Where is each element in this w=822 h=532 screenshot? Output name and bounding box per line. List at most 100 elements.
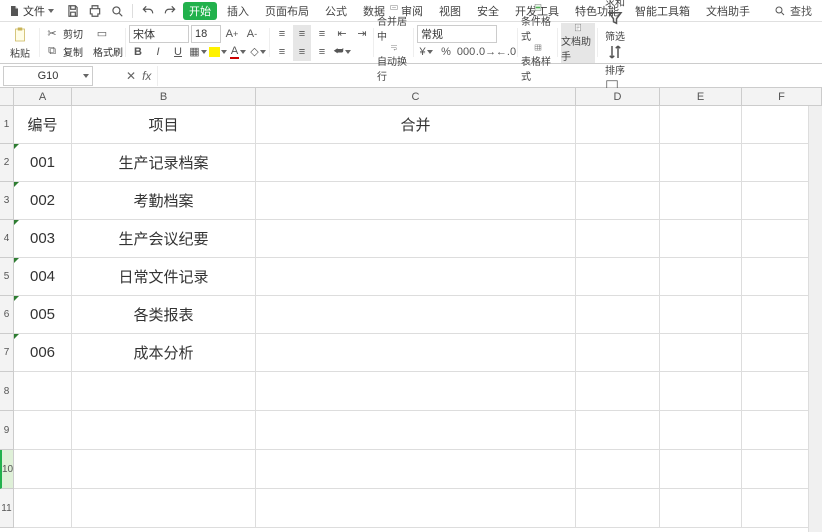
name-box[interactable]: G10 — [3, 66, 93, 86]
row-header[interactable]: 6 — [0, 296, 14, 334]
tab-docassistant[interactable]: 文档助手 — [700, 2, 756, 20]
merge-center-button[interactable]: 合并居中 — [377, 3, 411, 43]
cell[interactable]: 考勤档案 — [72, 182, 256, 220]
row-header[interactable]: 9 — [0, 411, 14, 450]
cell[interactable] — [576, 372, 660, 411]
cell[interactable] — [660, 220, 742, 258]
cell[interactable]: 006 — [14, 334, 72, 372]
cell[interactable]: 日常文件记录 — [72, 258, 256, 296]
cell[interactable] — [256, 411, 576, 450]
cell[interactable] — [14, 450, 72, 489]
cell[interactable] — [576, 489, 660, 528]
select-all-corner[interactable] — [0, 88, 14, 106]
cell[interactable]: 生产会议纪要 — [72, 220, 256, 258]
cell[interactable]: 004 — [14, 258, 72, 296]
cell[interactable] — [576, 450, 660, 489]
cell[interactable] — [256, 450, 576, 489]
align-center-icon[interactable]: ≡ — [293, 43, 311, 61]
file-menu[interactable]: 文件 — [2, 3, 60, 19]
number-format-select[interactable]: 常规 — [417, 25, 497, 43]
cell[interactable] — [14, 489, 72, 528]
doc-assistant-button[interactable]: 文档助手 — [561, 23, 595, 63]
fx-icon[interactable]: fx — [142, 69, 151, 83]
more-font-button[interactable]: ◇ — [249, 43, 267, 61]
cell[interactable] — [660, 182, 742, 220]
tab-formula[interactable]: 公式 — [319, 2, 353, 20]
cell[interactable] — [576, 220, 660, 258]
cell[interactable] — [72, 411, 256, 450]
italic-button[interactable]: I — [149, 43, 167, 61]
cell[interactable] — [660, 489, 742, 528]
cell[interactable] — [256, 296, 576, 334]
cell[interactable] — [256, 182, 576, 220]
column-header[interactable]: E — [660, 88, 742, 106]
vertical-scrollbar[interactable] — [808, 106, 822, 532]
font-name-select[interactable]: 宋体 — [129, 25, 189, 43]
align-bottom-icon[interactable]: ≡ — [313, 25, 331, 43]
tab-pagelayout[interactable]: 页面布局 — [259, 2, 315, 20]
cell[interactable] — [576, 144, 660, 182]
border-button[interactable]: ▦ — [189, 43, 207, 61]
cell[interactable]: 编号 — [14, 106, 72, 144]
cell[interactable]: 成本分析 — [72, 334, 256, 372]
save-icon[interactable] — [64, 2, 82, 20]
conditional-format-button[interactable]: 条件格式 — [521, 3, 555, 43]
cell[interactable] — [660, 372, 742, 411]
cell[interactable]: 生产记录档案 — [72, 144, 256, 182]
wrap-text-button[interactable]: 自动换行 — [377, 43, 411, 83]
cell[interactable] — [576, 296, 660, 334]
increase-font-icon[interactable]: A+ — [223, 25, 241, 43]
indent-increase-icon[interactable]: ⇥ — [353, 25, 371, 43]
cell[interactable] — [576, 258, 660, 296]
cell[interactable]: 各类报表 — [72, 296, 256, 334]
print-icon[interactable] — [86, 2, 104, 20]
search-group[interactable]: 查找 — [774, 3, 820, 19]
tab-start[interactable]: 开始 — [183, 2, 217, 20]
align-top-icon[interactable]: ≡ — [273, 25, 291, 43]
cell[interactable]: 002 — [14, 182, 72, 220]
row-header[interactable]: 7 — [0, 334, 14, 372]
cancel-formula-icon[interactable]: ✕ — [126, 69, 136, 83]
row-header[interactable]: 4 — [0, 220, 14, 258]
cell[interactable] — [576, 106, 660, 144]
cell[interactable] — [14, 372, 72, 411]
cell[interactable] — [256, 220, 576, 258]
sort-button[interactable]: 排序 — [601, 43, 629, 77]
formula-input[interactable] — [157, 66, 822, 86]
column-header[interactable]: B — [72, 88, 256, 106]
format-painter-icon[interactable]: ▭ — [93, 25, 111, 43]
cell[interactable] — [256, 144, 576, 182]
cell[interactable] — [660, 334, 742, 372]
cell[interactable]: 005 — [14, 296, 72, 334]
row-header[interactable]: 10 — [0, 450, 14, 489]
cell[interactable] — [256, 334, 576, 372]
currency-button[interactable]: ¥ — [417, 43, 435, 61]
row-header[interactable]: 8 — [0, 372, 14, 411]
table-style-button[interactable]: 表格样式 — [521, 43, 555, 83]
cell[interactable] — [660, 411, 742, 450]
filter-button[interactable]: 筛选 — [601, 9, 629, 43]
cell[interactable]: 项目 — [72, 106, 256, 144]
row-header[interactable]: 2 — [0, 144, 14, 182]
column-header[interactable]: A — [14, 88, 72, 106]
column-header[interactable]: D — [576, 88, 660, 106]
fill-color-button[interactable] — [209, 43, 227, 61]
align-right-icon[interactable]: ≡ — [313, 43, 331, 61]
tab-security[interactable]: 安全 — [471, 2, 505, 20]
tab-insert[interactable]: 插入 — [221, 2, 255, 20]
cell[interactable] — [72, 489, 256, 528]
paste-button[interactable]: 粘贴 — [3, 23, 37, 63]
column-header[interactable]: C — [256, 88, 576, 106]
cell[interactable] — [72, 372, 256, 411]
percent-button[interactable]: % — [437, 43, 455, 61]
cell[interactable] — [660, 296, 742, 334]
increase-decimal-icon[interactable]: .0→ — [477, 43, 495, 61]
cell[interactable] — [256, 489, 576, 528]
indent-decrease-icon[interactable]: ⇤ — [333, 25, 351, 43]
underline-button[interactable]: U — [169, 43, 187, 61]
cell[interactable] — [256, 258, 576, 296]
comma-button[interactable]: 000 — [457, 43, 475, 61]
copy-icon[interactable]: ⧉ — [43, 43, 61, 61]
cell[interactable] — [576, 334, 660, 372]
cell[interactable] — [660, 258, 742, 296]
